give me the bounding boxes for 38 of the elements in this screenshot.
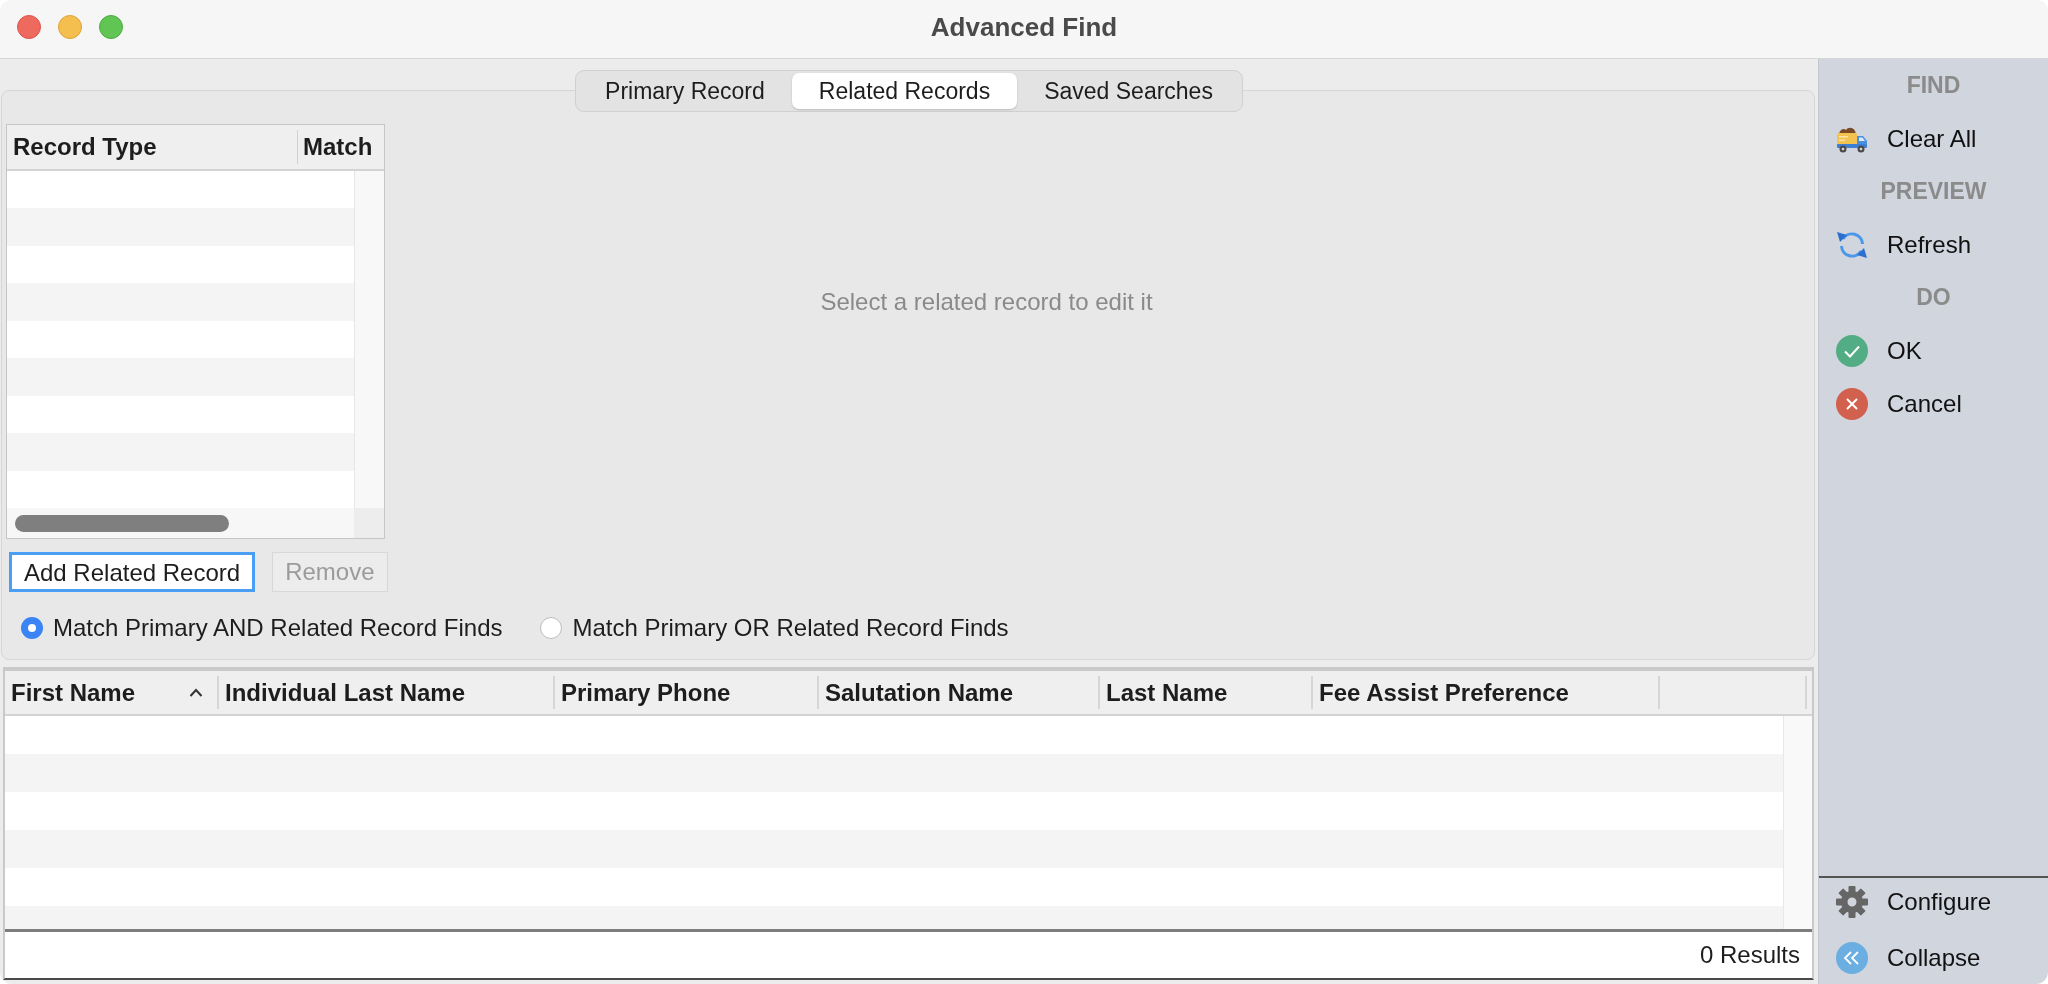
sidebar-button[interactable]: Clear All	[1819, 112, 2048, 165]
window-title: Advanced Find	[930, 10, 1118, 44]
results-count: 0 Results	[1699, 940, 1800, 970]
column-header[interactable]: Primary Phone	[555, 676, 819, 709]
tab[interactable]: Saved Searches	[1017, 73, 1240, 109]
radio-icon[interactable]	[540, 617, 563, 639]
tab[interactable]: Related Records	[791, 73, 1018, 109]
add-related-record-button[interactable]: Add Related Record	[9, 552, 256, 592]
check-circle-icon	[1836, 334, 1868, 367]
close-icon[interactable]	[17, 15, 41, 39]
tab[interactable]: Primary Record	[578, 73, 792, 109]
sidebar-button[interactable]: Configure	[1819, 878, 2048, 926]
section-heading: DO	[1915, 283, 1952, 313]
column-header[interactable]: Match	[298, 130, 384, 164]
gear-icon	[1836, 886, 1868, 918]
column-header[interactable]: Salutation Name	[819, 676, 1100, 709]
section-heading: FIND	[1905, 71, 1962, 101]
scrollbar-thumb[interactable]	[15, 514, 229, 532]
x-circle-icon	[1836, 387, 1868, 420]
fullscreen-icon[interactable]	[99, 15, 123, 39]
scrollbar-corner	[354, 508, 384, 538]
radio-option[interactable]: Match Primary AND Related Record Finds	[21, 610, 503, 646]
double-chevron-left-icon	[1836, 942, 1868, 974]
empty-state-message: Select a related record to edit it	[820, 287, 1153, 317]
minimize-icon[interactable]	[58, 15, 82, 39]
section-heading: PREVIEW	[1879, 177, 1988, 207]
sidebar-button[interactable]: Refresh	[1819, 218, 2048, 271]
column-header[interactable]: Fee Assist Preference	[1313, 676, 1660, 709]
radio-icon[interactable]	[21, 617, 43, 639]
sidebar-button[interactable]: Collapse	[1819, 934, 2048, 982]
scrollbar-track[interactable]	[1783, 716, 1812, 929]
sidebar-button[interactable]: OK	[1819, 324, 2048, 377]
radio-option[interactable]: Match Primary OR Related Record Finds	[540, 610, 1009, 646]
column-header[interactable]: First Name	[5, 676, 219, 709]
column-header[interactable]: Last Name	[1100, 676, 1313, 709]
column-header[interactable]: Record Type	[7, 130, 298, 164]
column-header[interactable]: Individual Last Name	[219, 676, 555, 709]
sidebar-button[interactable]: Cancel	[1819, 377, 2048, 430]
